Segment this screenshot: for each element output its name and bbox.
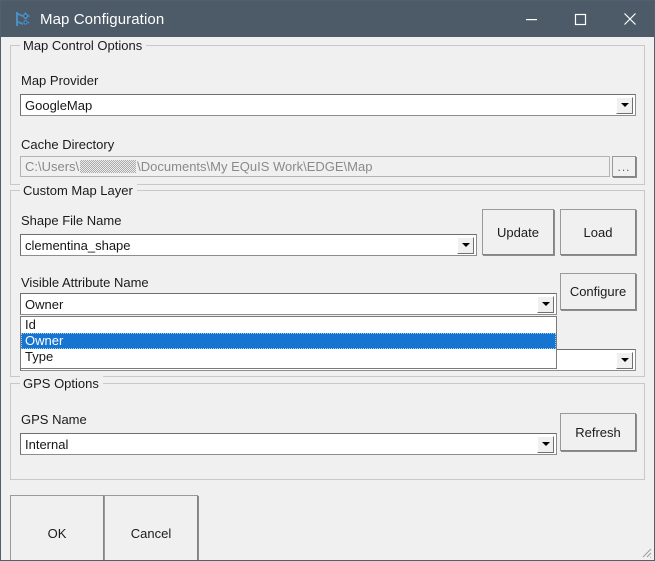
close-icon [623, 12, 637, 26]
maximize-button[interactable] [556, 1, 605, 37]
group-title-gps-options: GPS Options [20, 376, 103, 391]
minimize-button[interactable] [507, 1, 556, 37]
configure-button[interactable]: Configure [560, 273, 636, 310]
group-title-map-control-options: Map Control Options [20, 38, 146, 53]
dropdown-option-owner[interactable]: Owner [21, 333, 556, 349]
label-map-provider: Map Provider [21, 73, 98, 88]
chevron-down-icon[interactable] [457, 237, 474, 254]
label-shape-file-name: Shape File Name [21, 213, 121, 228]
redacted-username [80, 160, 136, 173]
browse-ellipsis-label: ... [617, 163, 630, 171]
cache-directory-suffix: \Documents\My EQuIS Work\EDGE\Map [137, 159, 372, 174]
group-title-custom-map-layer: Custom Map Layer [20, 183, 137, 198]
dialog-body: Map Control Options Map Provider GoogleM… [1, 37, 654, 560]
dropdown-option-type[interactable]: Type [21, 349, 556, 365]
close-button[interactable] [605, 1, 654, 37]
map-provider-combo[interactable]: GoogleMap [20, 94, 636, 116]
refresh-button[interactable]: Refresh [560, 413, 636, 451]
ok-button-label: OK [48, 526, 67, 541]
window-controls [507, 1, 654, 37]
map-configuration-icon [12, 9, 32, 29]
map-provider-value: GoogleMap [21, 98, 616, 113]
load-button[interactable]: Load [560, 209, 636, 255]
update-button-label: Update [497, 225, 539, 240]
shape-file-name-combo[interactable]: clementina_shape [20, 234, 477, 256]
title-bar[interactable]: Map Configuration [1, 1, 654, 37]
window-title: Map Configuration [40, 11, 507, 28]
group-gps-options: GPS Options [10, 383, 645, 480]
cancel-button[interactable]: Cancel [104, 495, 198, 561]
cache-directory-prefix: C:\Users\ [25, 159, 79, 174]
visible-attribute-dropdown-list[interactable]: Id Owner Type [20, 316, 557, 369]
gps-name-value: Internal [21, 437, 537, 452]
chevron-down-icon[interactable] [537, 436, 554, 453]
configure-button-label: Configure [570, 284, 626, 299]
cache-directory-field: C:\Users\ \Documents\My EQuIS Work\EDGE\M… [20, 156, 610, 177]
load-button-label: Load [584, 225, 613, 240]
visible-attribute-name-combo[interactable]: Owner [20, 293, 557, 315]
map-configuration-dialog: Map Configuration Map Control Opt [0, 0, 655, 561]
update-button[interactable]: Update [482, 209, 554, 255]
label-gps-name: GPS Name [21, 412, 87, 427]
chevron-down-icon[interactable] [616, 97, 633, 114]
chevron-down-icon[interactable] [537, 296, 554, 313]
shape-file-name-value: clementina_shape [21, 238, 457, 253]
refresh-button-label: Refresh [575, 425, 621, 440]
cancel-button-label: Cancel [131, 526, 171, 541]
ok-button[interactable]: OK [10, 495, 104, 561]
minimize-icon [525, 13, 538, 26]
label-visible-attribute-name: Visible Attribute Name [21, 275, 149, 290]
label-cache-directory: Cache Directory [21, 137, 114, 152]
chevron-down-icon[interactable] [616, 352, 633, 369]
resize-grip-icon[interactable] [639, 545, 652, 558]
cache-directory-value: C:\Users\ \Documents\My EQuIS Work\EDGE\M… [21, 159, 372, 174]
dropdown-option-id[interactable]: Id [21, 317, 556, 333]
visible-attribute-name-value: Owner [21, 297, 537, 312]
cache-directory-browse-button[interactable]: ... [612, 156, 636, 177]
gps-name-combo[interactable]: Internal [20, 433, 557, 455]
maximize-icon [574, 13, 587, 26]
